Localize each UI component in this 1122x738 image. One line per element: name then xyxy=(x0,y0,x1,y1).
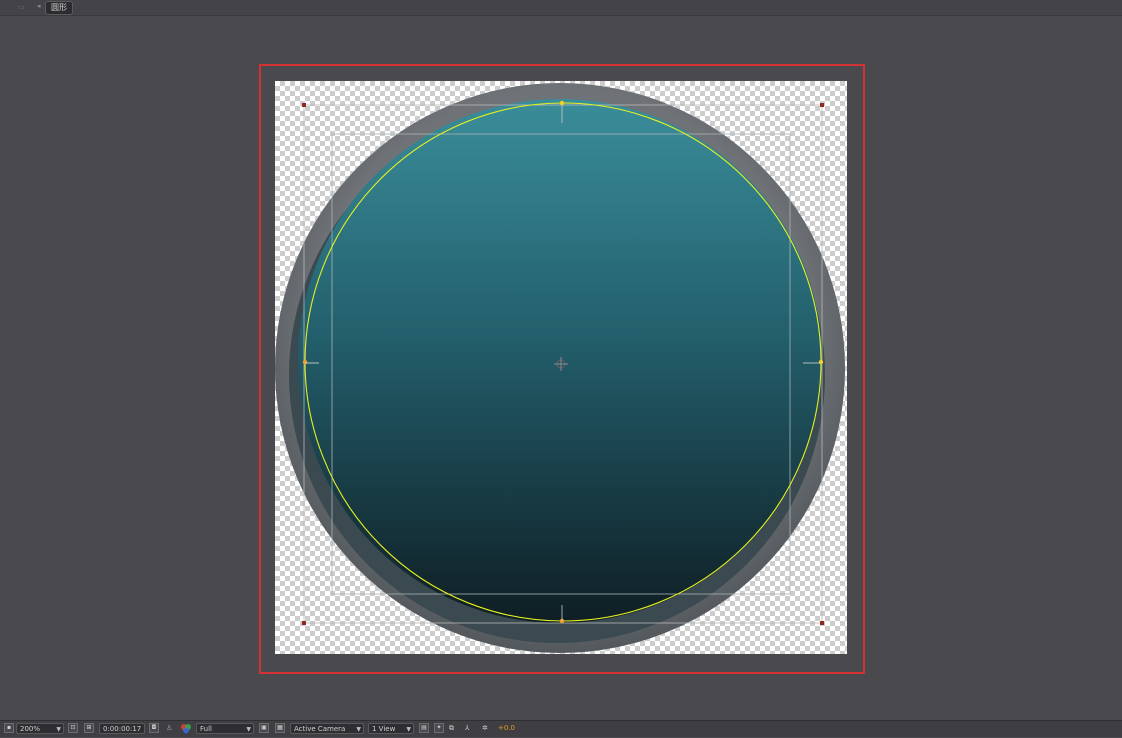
bounding-handle-tr[interactable] xyxy=(820,103,824,107)
toggle-pixel-aspect-icon[interactable]: ▤ xyxy=(419,723,429,733)
transparency-grid-icon[interactable]: ▦ xyxy=(275,723,285,733)
mask-vertex-top[interactable] xyxy=(559,100,565,106)
chevron-down-icon: ▼ xyxy=(246,726,251,733)
fit-icon[interactable]: ⊡ xyxy=(68,723,78,733)
view-layout-dropdown[interactable]: 1 View ▼ xyxy=(368,723,414,734)
rgb-channels-icon[interactable] xyxy=(180,723,192,734)
chevron-down-icon: ▼ xyxy=(406,726,411,733)
bounding-handle-br[interactable] xyxy=(820,621,824,625)
chevron-down-icon: ▼ xyxy=(356,726,361,733)
fast-preview-icon[interactable]: ✦ xyxy=(434,723,444,733)
timeline-icon[interactable]: ⧉ xyxy=(449,723,454,734)
always-preview-icon[interactable]: ▪ xyxy=(4,723,14,733)
viewer-tab-bar: ▭ ◂ 圆形 xyxy=(0,0,1122,16)
view-layout-value: 1 View xyxy=(372,725,396,733)
canvas-artwork xyxy=(275,83,845,653)
exposure-value[interactable]: +0.0 xyxy=(498,723,515,734)
tab-nav-arrow-icon[interactable]: ◂ xyxy=(37,2,41,10)
runner-motion-icon[interactable]: ✲ xyxy=(482,723,488,734)
viewer-status-bar: ▪ 200% ▼ ⊡ ⊞ 0:00:00:17 ◘ ♙ Full ▼ ▣ ▦ Act… xyxy=(0,720,1122,737)
lock-icon[interactable]: ▭ xyxy=(18,3,25,11)
magnification-dropdown[interactable]: 200% ▼ xyxy=(16,723,64,734)
bounding-handle-tl[interactable] xyxy=(302,103,306,107)
composition-canvas[interactable] xyxy=(275,81,847,654)
composition-tab[interactable]: 圆形 xyxy=(45,1,73,15)
timecode-value: 0:00:00:17 xyxy=(103,725,142,733)
mask-vertex-right[interactable] xyxy=(818,359,824,365)
chevron-down-icon: ▼ xyxy=(56,726,61,733)
bounding-handle-bl[interactable] xyxy=(302,621,306,625)
resolution-dropdown[interactable]: Full ▼ xyxy=(196,723,254,734)
camera-view-value: Active Camera xyxy=(294,725,346,733)
flowchart-icon[interactable]: ⅄ xyxy=(465,723,469,734)
camera-snapshot-icon[interactable]: ◘ xyxy=(149,723,159,733)
person-show-snapshot-icon[interactable]: ♙ xyxy=(166,723,172,734)
current-time-field[interactable]: 0:00:00:17 xyxy=(99,723,145,734)
resolution-value: Full xyxy=(200,725,212,733)
composition-viewer[interactable] xyxy=(0,16,1122,718)
region-of-interest-icon[interactable]: ▣ xyxy=(259,723,269,733)
magnification-value: 200% xyxy=(20,725,41,733)
mask-vertex-left[interactable] xyxy=(302,359,308,365)
safe-zones-grid-icon[interactable]: ⊞ xyxy=(84,723,94,733)
camera-view-dropdown[interactable]: Active Camera ▼ xyxy=(290,723,364,734)
